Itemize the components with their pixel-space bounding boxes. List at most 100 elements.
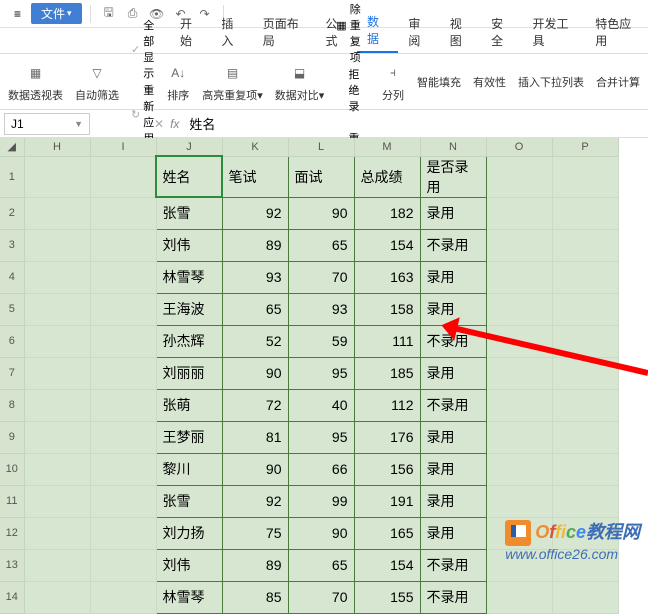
tab-security[interactable]: 安全 (481, 11, 522, 53)
cell[interactable] (90, 389, 156, 421)
cell[interactable] (90, 453, 156, 485)
cell[interactable]: 89 (222, 229, 288, 261)
cell[interactable]: 是否录用 (420, 156, 486, 197)
cell[interactable]: 林雪琴 (156, 581, 222, 613)
cell[interactable]: 70 (288, 261, 354, 293)
cell[interactable]: 75 (222, 517, 288, 549)
cell[interactable] (552, 453, 618, 485)
cell[interactable]: 笔试 (222, 156, 288, 197)
select-all-corner[interactable]: ◢ (0, 138, 24, 156)
reapply-button[interactable]: ↻重新应用 (131, 82, 154, 146)
row-header[interactable]: 5 (0, 293, 24, 325)
textcols-button[interactable]: ⫞ 分列 (381, 61, 405, 103)
cell[interactable] (90, 485, 156, 517)
cell[interactable] (486, 197, 552, 229)
cell[interactable] (90, 229, 156, 261)
cell[interactable]: 65 (222, 293, 288, 325)
cell[interactable]: 录用 (420, 453, 486, 485)
col-header[interactable]: O (486, 138, 552, 156)
cell[interactable] (24, 261, 90, 293)
highlight-button[interactable]: ▤ 高亮重复项▾ (202, 61, 263, 103)
cell[interactable]: 总成绩 (354, 156, 420, 197)
tab-special[interactable]: 特色应用 (585, 11, 648, 53)
col-header[interactable]: I (90, 138, 156, 156)
cell[interactable]: 张萌 (156, 389, 222, 421)
pivot-button[interactable]: ▦ 数据透视表 (8, 61, 63, 103)
cell[interactable] (552, 197, 618, 229)
cell[interactable] (486, 156, 552, 197)
cell[interactable] (486, 485, 552, 517)
cell[interactable]: 182 (354, 197, 420, 229)
cell[interactable] (24, 229, 90, 261)
cell[interactable] (90, 293, 156, 325)
col-header[interactable]: P (552, 138, 618, 156)
cell[interactable]: 90 (288, 517, 354, 549)
cell[interactable] (552, 421, 618, 453)
cell[interactable]: 40 (288, 389, 354, 421)
col-header[interactable]: J (156, 138, 222, 156)
tab-home[interactable]: 开始 (170, 11, 211, 53)
removedupes-button[interactable]: ▦删除重复项 (336, 0, 369, 65)
cell[interactable] (486, 581, 552, 613)
cell[interactable]: 154 (354, 549, 420, 581)
row-header[interactable]: 3 (0, 229, 24, 261)
cell[interactable]: 59 (288, 325, 354, 357)
cell[interactable]: 65 (288, 229, 354, 261)
save-icon[interactable]: 🖫 (99, 4, 119, 24)
row-header[interactable]: 6 (0, 325, 24, 357)
cell[interactable] (486, 357, 552, 389)
cell[interactable]: 刘伟 (156, 549, 222, 581)
cell[interactable] (552, 156, 618, 197)
showall-button[interactable]: ✓全部显示 (131, 17, 154, 81)
cell[interactable] (486, 229, 552, 261)
cell[interactable]: 录用 (420, 197, 486, 229)
cell[interactable] (486, 261, 552, 293)
cell[interactable] (486, 293, 552, 325)
cell[interactable]: 70 (288, 581, 354, 613)
cell[interactable]: 81 (222, 421, 288, 453)
cell[interactable] (24, 389, 90, 421)
cell[interactable]: 111 (354, 325, 420, 357)
cell[interactable]: 191 (354, 485, 420, 517)
col-header[interactable]: N (420, 138, 486, 156)
cell[interactable] (24, 357, 90, 389)
cell[interactable]: 89 (222, 549, 288, 581)
cell[interactable] (90, 156, 156, 197)
cell[interactable]: 95 (288, 357, 354, 389)
consolidate-button[interactable]: 合并计算 (596, 74, 640, 90)
tab-view[interactable]: 视图 (440, 11, 481, 53)
col-header[interactable]: M (354, 138, 420, 156)
cancel-icon[interactable]: ✕ (154, 117, 164, 131)
row-header[interactable]: 7 (0, 357, 24, 389)
col-header[interactable]: K (222, 138, 288, 156)
cell[interactable]: 185 (354, 357, 420, 389)
cell[interactable]: 52 (222, 325, 288, 357)
cell[interactable] (24, 293, 90, 325)
tab-insert[interactable]: 插入 (211, 11, 252, 53)
fx-icon[interactable]: fx (170, 117, 179, 131)
cell[interactable] (90, 357, 156, 389)
cell[interactable]: 90 (288, 197, 354, 229)
cell[interactable]: 93 (222, 261, 288, 293)
cell[interactable] (90, 197, 156, 229)
menu-icon[interactable]: ≡ (8, 5, 27, 23)
cell[interactable]: 面试 (288, 156, 354, 197)
cell[interactable]: 不录用 (420, 581, 486, 613)
row-header[interactable]: 14 (0, 581, 24, 613)
cell[interactable]: 不录用 (420, 389, 486, 421)
cell[interactable]: 165 (354, 517, 420, 549)
cell[interactable]: 王梦丽 (156, 421, 222, 453)
cell[interactable]: 不录用 (420, 229, 486, 261)
cell[interactable]: 85 (222, 581, 288, 613)
name-box[interactable]: J1▼ (4, 113, 90, 135)
cell[interactable]: 刘伟 (156, 229, 222, 261)
cell[interactable]: 72 (222, 389, 288, 421)
cell[interactable]: 92 (222, 197, 288, 229)
cell-selected[interactable]: 姓名 (156, 156, 222, 197)
tab-layout[interactable]: 页面布局 (253, 11, 316, 53)
row-header[interactable]: 4 (0, 261, 24, 293)
cell[interactable] (552, 229, 618, 261)
cell[interactable] (24, 453, 90, 485)
cell[interactable] (90, 421, 156, 453)
cell[interactable]: 录用 (420, 421, 486, 453)
